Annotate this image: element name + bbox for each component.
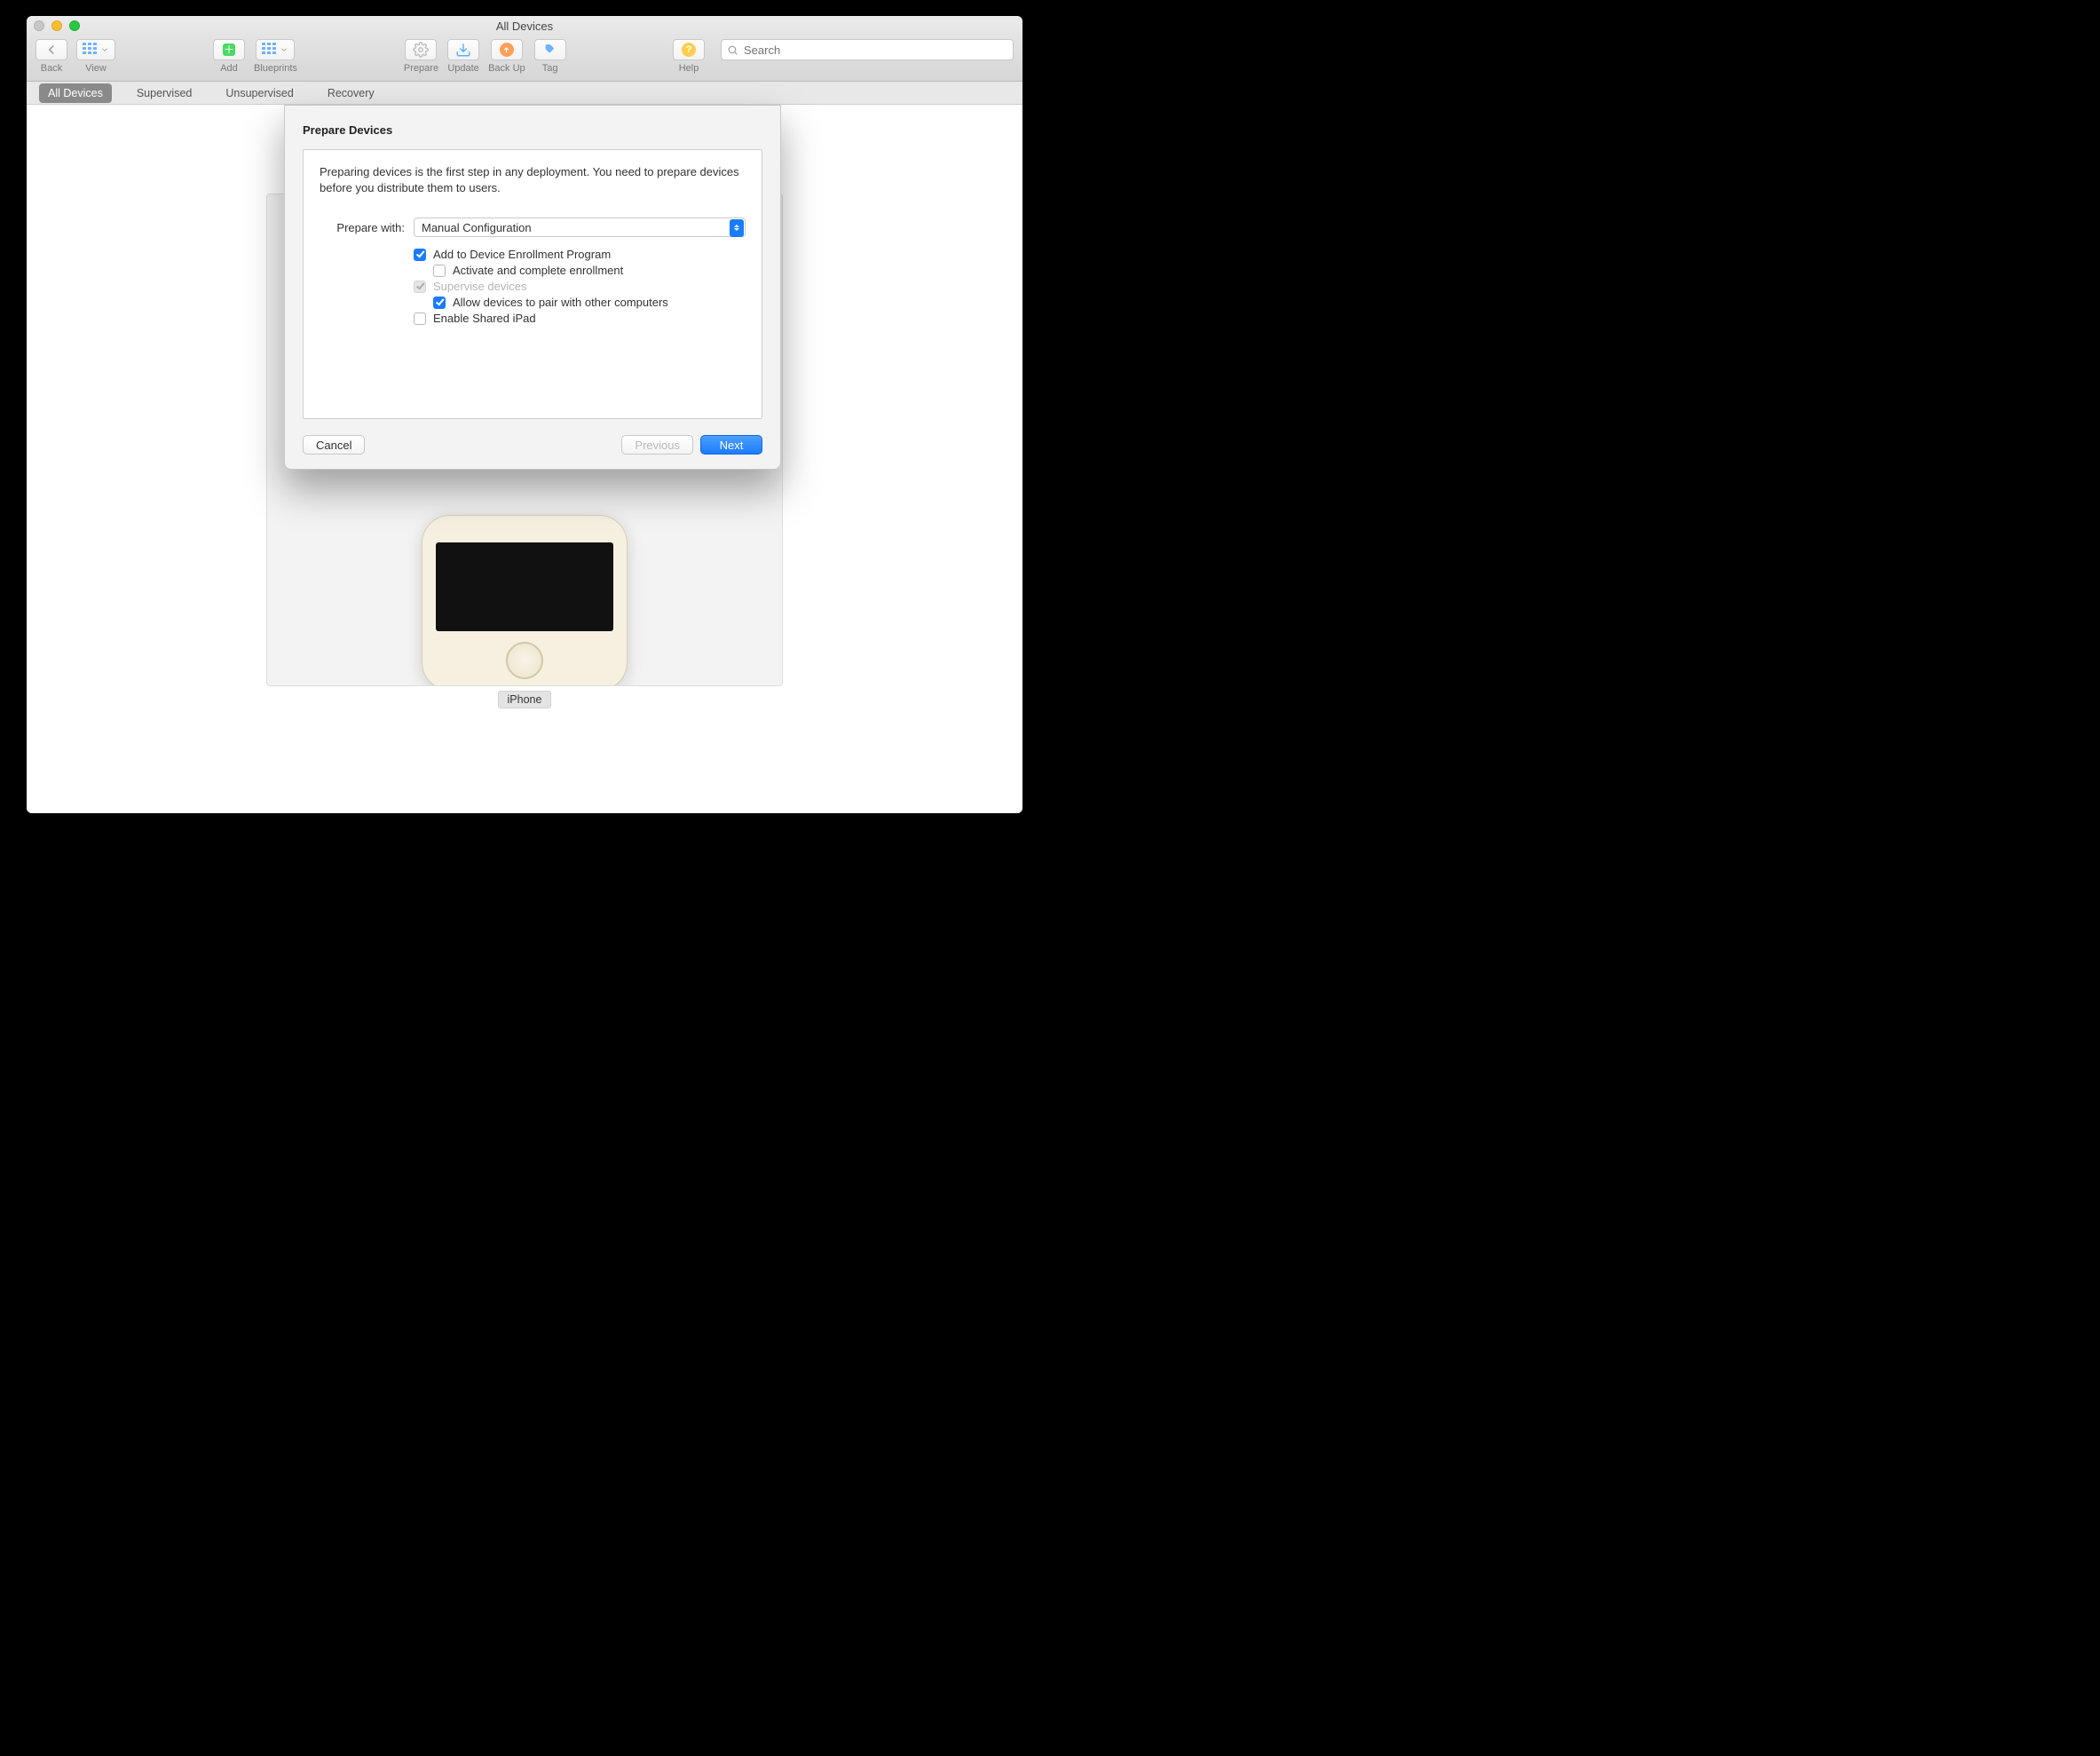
chevron-left-icon (43, 42, 59, 58)
checkbox-allow-pair[interactable] (433, 297, 446, 309)
checkbox-add-dep[interactable] (414, 249, 426, 261)
question-icon: ? (682, 43, 696, 57)
prepare-sheet: Prepare Devices Preparing devices is the… (284, 105, 781, 470)
label-shared-ipad: Enable Shared iPad (433, 312, 536, 325)
checkbox-activate[interactable] (433, 265, 446, 277)
tag-button[interactable] (534, 39, 566, 60)
device-name[interactable]: iPhone (498, 691, 552, 708)
plus-icon: ＋ (223, 44, 235, 56)
tab-supervised[interactable]: Supervised (128, 83, 201, 103)
update-label: Update (447, 63, 478, 74)
next-button[interactable]: Next (700, 435, 762, 455)
titlebar: All Devices (27, 16, 1022, 36)
select-value: Manual Configuration (422, 221, 532, 234)
label-allow-pair: Allow devices to pair with other compute… (453, 296, 668, 309)
grid-icon (262, 43, 276, 58)
view-button[interactable] (76, 39, 115, 60)
upload-icon (500, 43, 514, 57)
home-button-icon (506, 642, 543, 679)
prepare-with-label: Prepare with: (320, 221, 405, 234)
update-button[interactable] (447, 39, 479, 60)
tag-icon (542, 42, 558, 58)
checkbox-shared-ipad[interactable] (414, 312, 426, 325)
device-label: iPhone (27, 691, 1022, 708)
tag-label: Tag (542, 63, 558, 74)
sheet-description: Preparing devices is the first step in a… (320, 164, 746, 196)
help-button[interactable]: ? (673, 39, 705, 60)
toolbar: Back View ＋ Add (27, 36, 1022, 82)
sheet-title: Prepare Devices (303, 123, 762, 137)
iphone-screen (436, 542, 613, 631)
window-title: All Devices (27, 20, 1022, 33)
content-area: iPhone Prepare Devices Preparing devices… (27, 105, 1022, 813)
blueprints-button[interactable] (256, 39, 295, 60)
help-label: Help (679, 63, 699, 74)
label-activate: Activate and complete enrollment (453, 264, 623, 277)
iphone-illustration (422, 515, 628, 686)
download-icon (455, 42, 471, 58)
back-label: Back (41, 63, 62, 74)
tab-unsupervised[interactable]: Unsupervised (217, 83, 302, 103)
search-input-wrap[interactable] (721, 39, 1014, 60)
app-window: All Devices Back View (27, 16, 1022, 813)
prepare-with-select[interactable]: Manual Configuration (414, 218, 746, 237)
search-input[interactable] (744, 44, 1007, 57)
backup-label: Back Up (488, 63, 525, 74)
prepare-button[interactable] (405, 39, 437, 60)
tab-recovery[interactable]: Recovery (319, 83, 383, 103)
checkbox-supervise (414, 281, 426, 293)
blueprints-label: Blueprints (254, 63, 297, 74)
add-button[interactable]: ＋ (213, 39, 245, 60)
label-supervise: Supervise devices (433, 280, 527, 293)
backup-button[interactable] (491, 39, 523, 60)
chevron-down-icon (100, 45, 109, 54)
grid-icon (83, 43, 97, 58)
previous-button: Previous (621, 435, 693, 455)
search-icon (727, 44, 738, 56)
back-button[interactable] (36, 39, 67, 60)
select-arrows-icon (730, 219, 744, 237)
prepare-label: Prepare (404, 63, 438, 74)
sheet-panel: Preparing devices is the first step in a… (303, 149, 762, 419)
label-add-dep: Add to Device Enrollment Program (433, 248, 611, 261)
chevron-down-icon (280, 45, 288, 54)
filter-tabs: All Devices Supervised Unsupervised Reco… (27, 82, 1022, 105)
add-label: Add (220, 63, 238, 74)
cancel-button[interactable]: Cancel (303, 435, 365, 455)
gear-icon (413, 42, 429, 58)
view-label: View (85, 63, 107, 74)
tab-all-devices[interactable]: All Devices (39, 83, 112, 103)
